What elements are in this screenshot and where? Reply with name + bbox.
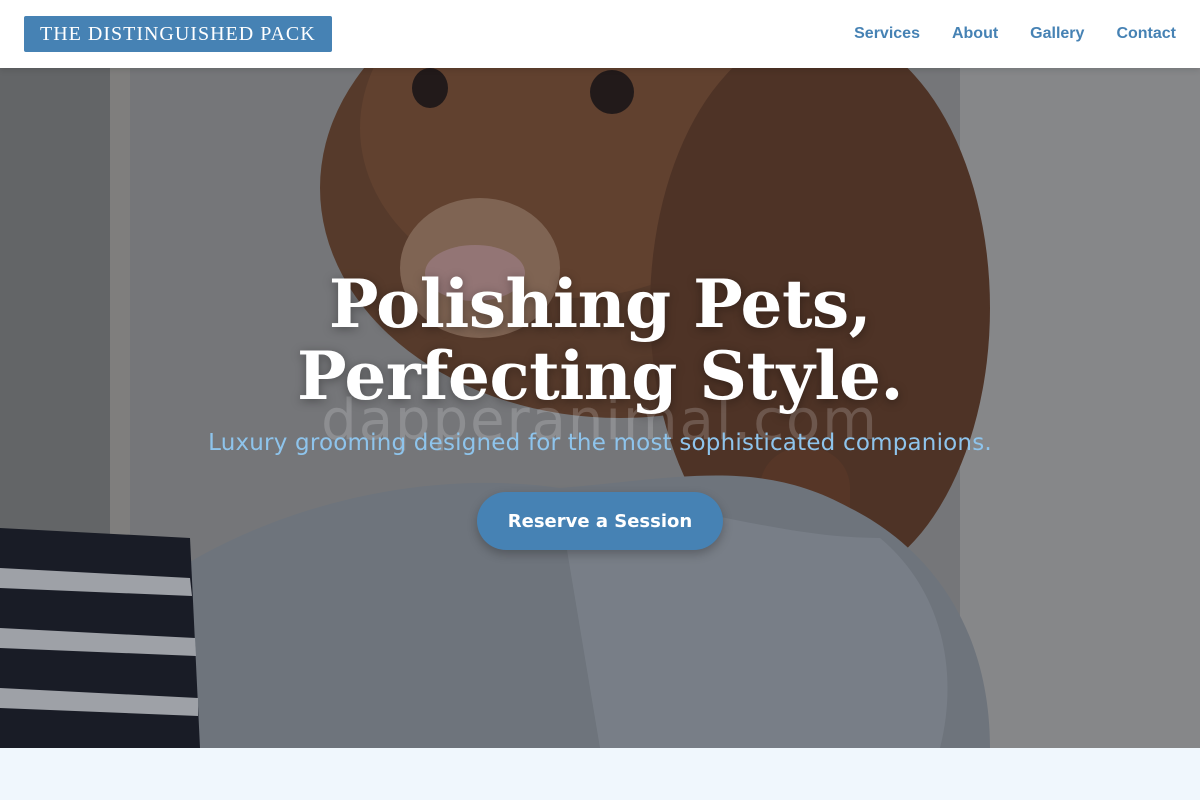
nav-link-about[interactable]: About	[952, 25, 998, 43]
nav-link-contact[interactable]: Contact	[1116, 25, 1176, 43]
hero-headline: Polishing Pets, Perfecting Style.	[297, 265, 903, 415]
nav-link-gallery[interactable]: Gallery	[1030, 25, 1084, 43]
reserve-session-button[interactable]: Reserve a Session	[477, 492, 723, 550]
hero-subline: Luxury grooming designed for the most so…	[208, 430, 992, 456]
nav-link-services[interactable]: Services	[854, 25, 920, 43]
brand-logo[interactable]: THE DISTINGUISHED PACK	[24, 16, 332, 52]
site-header: THE DISTINGUISHED PACK Services About Ga…	[0, 0, 1200, 68]
main-nav: Services About Gallery Contact	[854, 25, 1176, 43]
hero-content: Polishing Pets, Perfecting Style. Luxury…	[0, 268, 1200, 550]
next-section	[0, 748, 1200, 800]
hero-section: dapperanimal.com Polishing Pets, Perfect…	[0, 68, 1200, 748]
